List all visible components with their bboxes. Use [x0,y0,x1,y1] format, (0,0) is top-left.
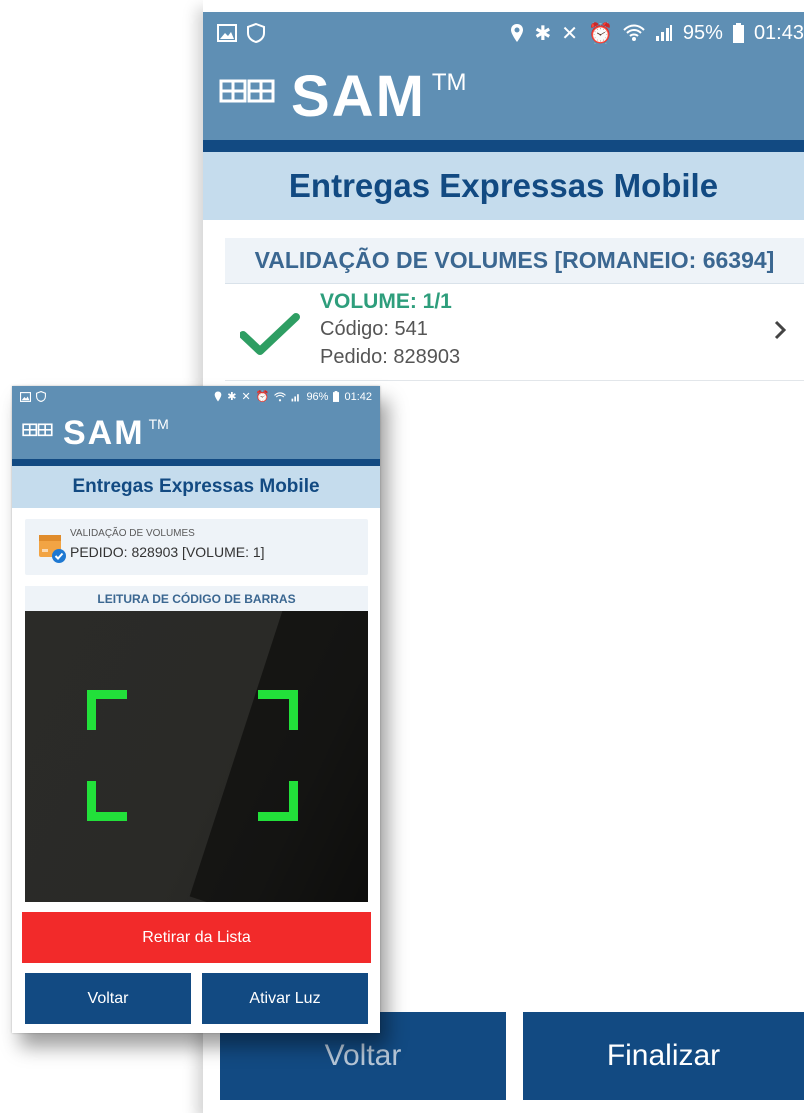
app-header: SAM TM [12,407,380,459]
chevron-right-icon [774,320,787,340]
title-bar: Entregas Expressas Mobile [12,466,380,508]
scan-corner-top-left [87,690,127,730]
brand-name: SAM [291,64,426,129]
battery-icon [333,391,340,402]
alarm-icon: ⏰ [255,391,270,403]
volume-label: VOLUME: 1/1 [320,290,452,313]
list-item[interactable]: VOLUME: 1/1 Código: 541 Pedido: 828903 [225,285,804,381]
app-title: Entregas Expressas Mobile [288,167,719,204]
brand-name: SAM [63,414,145,452]
trademark: TM [431,69,467,96]
sam-logo-mark-icon [219,79,275,103]
finalizar-button[interactable]: Finalizar [523,1012,804,1100]
camera-viewfinder[interactable] [25,611,368,902]
app-header: SAM TM [203,54,804,140]
ativar-luz-button[interactable]: Ativar Luz [202,973,368,1024]
bluetooth-icon: ✱ [534,22,552,45]
bluetooth-icon: ✱ [227,391,237,403]
package-icon [39,535,66,563]
header-divider [12,459,380,466]
gallery-icon [20,391,31,402]
app-title: Entregas Expressas Mobile [72,476,320,497]
title-bar: Entregas Expressas Mobile [203,152,804,220]
scanner-screen: ✱ ✕ ⏰ 96% 01:42 SAM TM Entregas Expressa… [12,386,380,1033]
card-label: VALIDAÇÃO DE VOLUMES [70,528,195,539]
shield-icon [247,23,265,43]
status-bar: ✱ ✕ ⏰ 96% 01:42 [12,386,380,407]
trademark: TM [148,416,169,432]
voltar-button[interactable]: Voltar [25,973,191,1024]
battery-icon [732,23,744,43]
alarm-icon: ⏰ [588,22,613,45]
card-value: PEDIDO: 828903 [VOLUME: 1] [70,544,265,560]
pedido-label: Pedido: 828903 [320,346,461,368]
order-card: VALIDAÇÃO DE VOLUMES PEDIDO: 828903 [VOL… [25,519,368,575]
gallery-icon [217,24,237,42]
scan-corner-bottom-left [87,781,127,821]
signal-icon [655,25,672,41]
battery-level: 96% [306,390,329,403]
signal-icon [291,393,300,401]
section-title: VALIDAÇÃO DE VOLUMES [ROMANEIO: 66394] [254,247,775,273]
mute-icon: ✕ [561,22,578,45]
scan-section-title: LEITURA DE CÓDIGO DE BARRAS [25,586,368,611]
sam-logo: SAM TM [219,57,467,137]
shield-icon [36,391,46,402]
location-icon [511,24,524,42]
sam-logo-mark-icon [22,423,53,437]
section-header: VALIDAÇÃO DE VOLUMES [ROMANEIO: 66394] [225,238,804,284]
check-icon [240,313,300,355]
wifi-icon [623,24,645,41]
location-icon [214,391,222,402]
sam-logo: SAM TM [22,410,169,456]
codigo-label: Código: 541 [320,318,428,340]
status-bar: ✱ ✕ ⏰ 95% 01:43 [203,12,804,54]
retirar-da-lista-button[interactable]: Retirar da Lista [22,912,371,963]
battery-level: 95% [682,21,723,44]
header-divider [203,140,804,152]
scan-corner-bottom-right [258,781,298,821]
clock: 01:42 [344,390,372,403]
scan-corner-top-right [258,690,298,730]
camera-shadow [189,611,368,902]
clock: 01:43 [753,21,804,44]
mute-icon: ✕ [241,391,251,403]
wifi-icon [274,391,287,401]
